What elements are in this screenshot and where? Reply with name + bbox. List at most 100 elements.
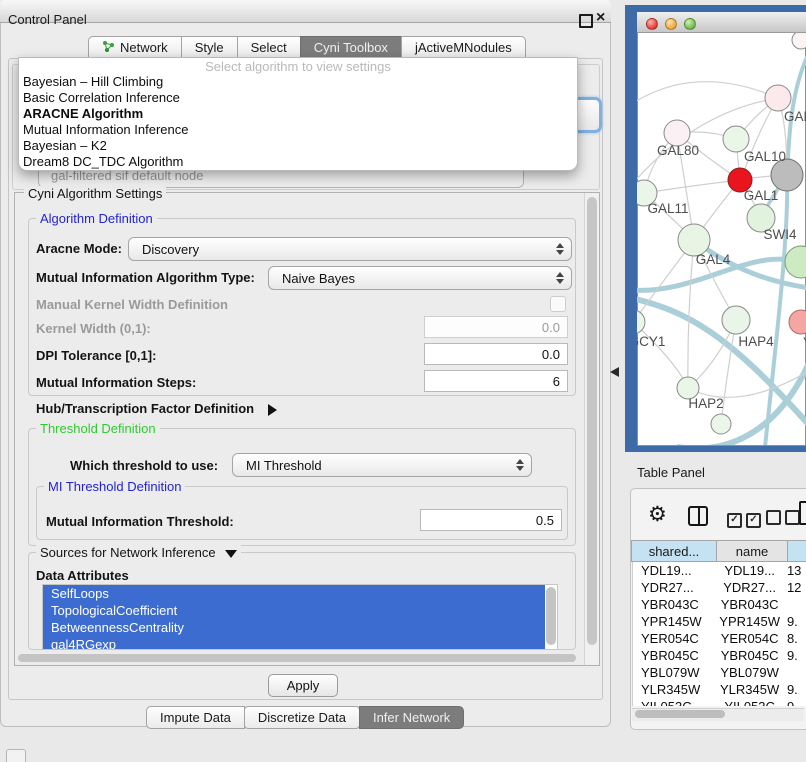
dpi-tolerance-field[interactable]: 0.0 bbox=[424, 343, 568, 365]
network-node[interactable] bbox=[637, 310, 645, 334]
network-node[interactable] bbox=[785, 246, 806, 278]
document-icon[interactable] bbox=[799, 501, 806, 525]
table-header: shared...name bbox=[632, 540, 806, 562]
minimize-traffic-light-icon[interactable] bbox=[665, 18, 677, 30]
settings-group-title: Cyni Algorithm Settings bbox=[24, 186, 166, 201]
hub-definition-label: Hub/Transcription Factor Definition bbox=[36, 401, 254, 416]
network-node[interactable] bbox=[789, 310, 806, 334]
network-node[interactable] bbox=[765, 85, 791, 111]
attribute-list-item[interactable]: BetweennessCentrality bbox=[43, 619, 545, 636]
gear-icon[interactable]: ⚙ bbox=[648, 502, 667, 527]
table-row[interactable]: YDR27...YDR27...12 bbox=[633, 579, 806, 596]
settings-vscrollbar-thumb[interactable] bbox=[587, 197, 597, 645]
table-row[interactable]: YPR145WYPR145W9. bbox=[633, 613, 806, 630]
tab-network[interactable]: Network bbox=[88, 36, 182, 59]
network-edge[interactable] bbox=[637, 322, 688, 388]
attribute-list-item[interactable]: SelfLoops bbox=[43, 585, 545, 602]
node-label: SWI4 bbox=[763, 227, 796, 242]
table-cell: YDL19... bbox=[633, 562, 715, 579]
columns-icon[interactable] bbox=[688, 506, 708, 526]
aracne-mode-combobox[interactable]: Discovery bbox=[128, 237, 572, 261]
attributes-list-scrollbar[interactable] bbox=[546, 587, 556, 645]
table-cell: 12 bbox=[784, 579, 806, 596]
which-threshold-label: Which threshold to use: bbox=[70, 458, 218, 473]
algorithm-option[interactable]: Bayesian – K2 bbox=[23, 138, 573, 154]
table-row[interactable]: YER054CYER054C8. bbox=[633, 630, 806, 647]
table-cell: 13 bbox=[784, 562, 806, 579]
which-threshold-combobox[interactable]: MI Threshold bbox=[232, 453, 532, 477]
bottom-tab-impute-data[interactable]: Impute Data bbox=[146, 706, 245, 729]
table-row[interactable]: YBL079WYBL079W bbox=[633, 664, 806, 681]
manual-kernel-checkbox[interactable] bbox=[550, 296, 566, 312]
attribute-list-item[interactable]: TopologicalCoefficient bbox=[43, 602, 545, 619]
table-cell: YIL053C bbox=[633, 698, 715, 706]
node-label: GCY1 bbox=[637, 334, 665, 349]
kernel-width-field[interactable]: 0.0 bbox=[424, 316, 568, 338]
tab-select[interactable]: Select bbox=[237, 36, 301, 59]
zoom-traffic-light-icon[interactable] bbox=[684, 18, 696, 30]
table-cell: YPR145W bbox=[633, 613, 715, 630]
checked-pair-icon[interactable]: ✓✓ bbox=[727, 510, 765, 528]
control-panel-titlebar[interactable] bbox=[0, 0, 611, 23]
table-row[interactable]: YBR043CYBR043C bbox=[633, 596, 806, 613]
apply-button[interactable]: Apply bbox=[268, 674, 338, 697]
node-label: GAL4 bbox=[696, 252, 731, 267]
table-row[interactable]: YDL19...YDL19...13 bbox=[633, 562, 806, 579]
table-row[interactable]: YLR345WYLR345W9. bbox=[633, 681, 806, 698]
node-label: GAL11 bbox=[647, 201, 688, 216]
table-cell: YBR043C bbox=[633, 596, 715, 613]
mi-type-combobox[interactable]: Naive Bayes bbox=[268, 266, 572, 290]
column-header-shared...[interactable]: shared... bbox=[631, 540, 717, 562]
algorithm-option[interactable]: Mutual Information Inference bbox=[23, 122, 573, 138]
column-header-name[interactable]: name bbox=[716, 540, 788, 562]
node-label: GAL1 bbox=[744, 188, 779, 203]
aracne-mode-label: Aracne Mode: bbox=[36, 241, 122, 256]
bottom-tab-discretize-data[interactable]: Discretize Data bbox=[244, 706, 360, 729]
network-node[interactable] bbox=[711, 414, 731, 434]
table-hscrollbar-thumb[interactable] bbox=[635, 710, 725, 718]
network-canvas[interactable]: GALGAL80GAL10GAL1GAL11SWI4GAL4GCY1HAP4YH… bbox=[637, 33, 806, 445]
algorithm-option[interactable]: Bayesian – Hill Climbing bbox=[23, 74, 573, 90]
algorithm-option[interactable]: ARACNE Algorithm bbox=[23, 106, 573, 122]
algorithm-option[interactable]: Basic Correlation Inference bbox=[23, 90, 573, 106]
threshold-definition-title: Threshold Definition bbox=[36, 421, 160, 436]
network-window-titlebar[interactable] bbox=[637, 12, 806, 33]
network-edge[interactable] bbox=[688, 240, 694, 388]
algorithm-option[interactable]: Dream8 DC_TDC Algorithm bbox=[23, 154, 573, 170]
network-edge[interactable] bbox=[644, 180, 740, 193]
mouse-cursor bbox=[610, 367, 619, 377]
close-traffic-light-icon[interactable] bbox=[646, 18, 658, 30]
tab-style[interactable]: Style bbox=[181, 36, 238, 59]
tab-cyni-toolbox[interactable]: Cyni Toolbox bbox=[300, 36, 402, 59]
manual-kernel-label: Manual Kernel Width Definition bbox=[36, 297, 228, 312]
network-node[interactable] bbox=[722, 306, 750, 334]
algorithm-definition-title: Algorithm Definition bbox=[36, 211, 157, 226]
table-row[interactable]: YBR045CYBR045C9. bbox=[633, 647, 806, 664]
float-window-icon[interactable] bbox=[579, 14, 593, 28]
close-icon[interactable]: × bbox=[596, 9, 605, 27]
table-cell: YLR345W bbox=[633, 681, 715, 698]
table-cell: YBR045C bbox=[633, 647, 715, 664]
data-attributes-list[interactable]: SelfLoopsTopologicalCoefficientBetweenne… bbox=[42, 584, 558, 650]
mi-steps-field[interactable]: 6 bbox=[424, 370, 568, 392]
attribute-list-item[interactable]: gal4RGexp bbox=[43, 636, 545, 650]
table-row[interactable]: YIL053CYIL053C9. bbox=[633, 698, 806, 706]
hub-definition-toggle[interactable]: Hub/Transcription Factor Definition bbox=[36, 401, 277, 416]
algorithm-popup-list: Bayesian – Hill ClimbingBasic Correlatio… bbox=[23, 74, 573, 170]
collapsed-panel-button[interactable] bbox=[6, 749, 26, 762]
node-label: GAL80 bbox=[657, 143, 699, 158]
column-header-partial[interactable] bbox=[787, 540, 806, 562]
settings-hscrollbar-thumb[interactable] bbox=[18, 654, 576, 662]
mi-steps-value: 6 bbox=[553, 374, 560, 389]
tab-jactivemnodules[interactable]: jActiveMNodules bbox=[401, 36, 526, 59]
node-label: GAL10 bbox=[744, 149, 786, 164]
network-edge[interactable] bbox=[688, 371, 806, 397]
mi-threshold-field[interactable]: 0.5 bbox=[420, 509, 562, 531]
control-panel-tabbar: NetworkStyleSelectCyni ToolboxjActiveMNo… bbox=[88, 36, 526, 59]
spinner-arrows-icon bbox=[555, 272, 563, 284]
algorithm-popup: Select algorithm to view settings Bayesi… bbox=[18, 57, 578, 171]
sources-group-toggle[interactable]: Sources for Network Inference bbox=[36, 545, 241, 560]
network-node[interactable] bbox=[792, 33, 806, 49]
bottom-tab-infer-network[interactable]: Infer Network bbox=[359, 706, 464, 729]
network-edge[interactable] bbox=[637, 82, 778, 103]
